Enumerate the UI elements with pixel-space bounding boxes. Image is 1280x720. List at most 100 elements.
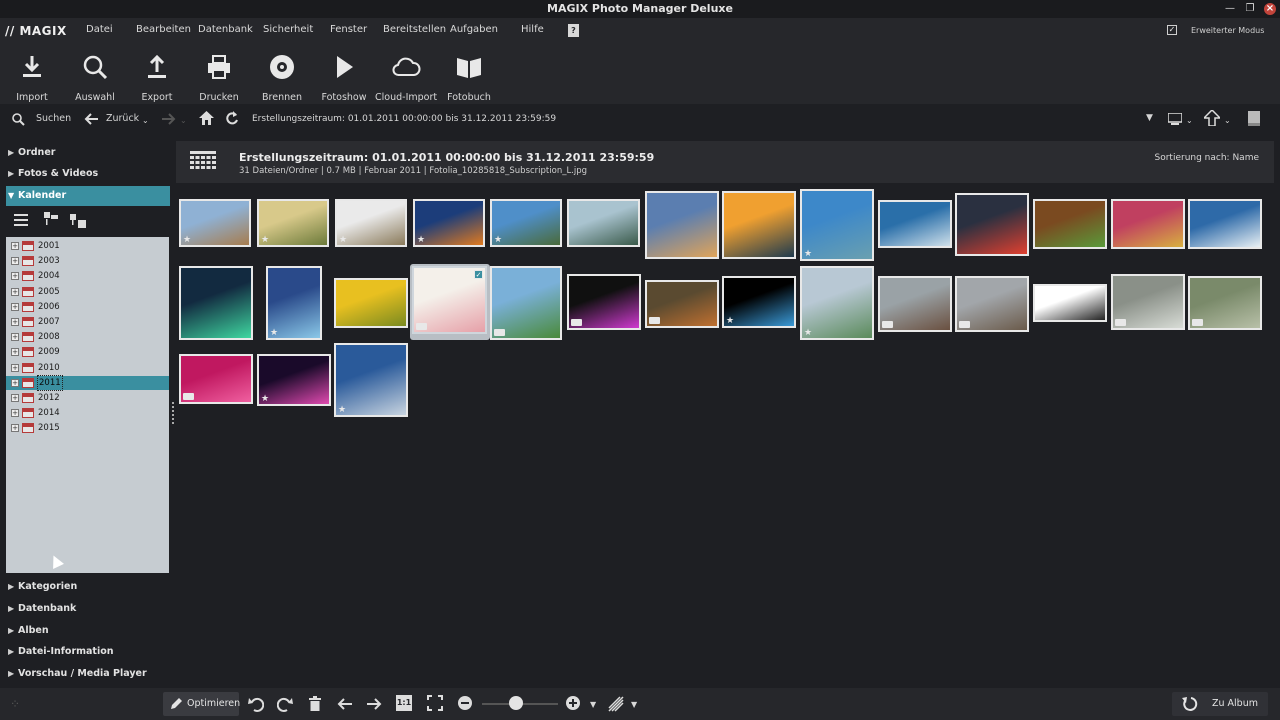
expand-plus-icon[interactable]: + [11, 363, 19, 372]
home-icon[interactable] [199, 111, 214, 125]
close-icon[interactable]: × [1264, 3, 1276, 15]
fullscreen-icon[interactable] [427, 695, 443, 711]
optimize-button[interactable]: Optimieren [163, 692, 240, 716]
list-view-icon[interactable] [14, 214, 28, 226]
export-button[interactable]: Export [126, 50, 188, 103]
fotobuch-button[interactable]: Fotobuch [438, 50, 500, 103]
photo-thumbnail[interactable] [955, 193, 1029, 256]
photo-thumbnail[interactable]: ★ [257, 199, 329, 247]
menu-hilfe[interactable]: Hilfe [521, 24, 544, 35]
search-icon[interactable] [12, 113, 25, 126]
photo-thumbnail[interactable] [1111, 274, 1185, 330]
year-item[interactable]: +2010 [6, 361, 169, 375]
menu-datenbank[interactable]: Datenbank [198, 24, 253, 35]
photo-thumbnail[interactable]: ★ [266, 266, 322, 340]
menu-sicherheit[interactable]: Sicherheit [263, 24, 313, 35]
tree-collapse-icon[interactable] [70, 214, 86, 228]
next-arrow-icon[interactable] [367, 698, 382, 710]
section-datenbank[interactable]: ▶ Datenbank [6, 599, 170, 619]
expand-plus-icon[interactable]: + [11, 424, 19, 433]
sidebar-resize-handle[interactable] [172, 402, 174, 424]
back-label[interactable]: Zurück [106, 113, 139, 124]
zoom-in-icon[interactable] [566, 696, 580, 710]
year-item[interactable]: +2006 [6, 300, 169, 314]
view-dropdown-icon[interactable]: ⌄ [1186, 116, 1193, 125]
help-book-icon[interactable]: ? [568, 24, 579, 37]
photo-thumbnail[interactable] [1033, 199, 1107, 249]
expand-plus-icon[interactable]: + [11, 318, 19, 326]
photo-thumbnail[interactable]: ★ [800, 266, 874, 340]
restore-icon[interactable]: ❐ [1244, 3, 1256, 15]
sort-label[interactable]: Sortierung nach: Name [1155, 153, 1259, 163]
fotoshow-button[interactable]: Fotoshow [313, 50, 375, 103]
back-dropdown-icon[interactable]: ⌄ [142, 116, 149, 125]
section-fotos-videos[interactable]: ▶ Fotos & Videos [6, 164, 170, 184]
import-button[interactable]: Import [1, 50, 63, 103]
photo-thumbnail[interactable]: ★ [490, 199, 562, 247]
expand-plus-icon[interactable]: + [11, 272, 19, 281]
effects-dropdown-icon[interactable]: ▼ [631, 700, 637, 709]
section-kalender[interactable]: ▼ Kalender [6, 186, 170, 206]
section-ordner[interactable]: ▶ Ordner [6, 143, 170, 163]
zoom-dropdown-icon[interactable]: ▼ [590, 700, 596, 709]
photo-thumbnail[interactable] [955, 276, 1029, 332]
to-album-button[interactable]: Zu Album [1172, 692, 1268, 716]
minimize-icon[interactable]: — [1224, 3, 1236, 15]
expand-plus-icon[interactable]: + [11, 409, 19, 418]
cloud-import-button[interactable]: Cloud-Import [375, 50, 437, 103]
photo-thumbnail[interactable]: ★ [722, 276, 796, 328]
photo-thumbnail[interactable] [334, 278, 408, 328]
section-kategorien[interactable]: ▶ Kategorien [6, 577, 170, 597]
year-item[interactable]: +2004 [6, 269, 169, 283]
menu-bearbeiten[interactable]: Bearbeiten [136, 24, 191, 35]
photo-thumbnail[interactable] [490, 266, 562, 340]
filter-dropdown-icon[interactable]: ▼ [1146, 113, 1153, 123]
back-arrow-icon[interactable] [84, 113, 98, 125]
expand-plus-icon[interactable]: + [11, 378, 19, 387]
year-item[interactable]: +2009 [6, 345, 169, 359]
year-item[interactable]: +2008 [6, 330, 169, 344]
rotate-left-icon[interactable] [248, 696, 264, 712]
photo-thumbnail[interactable] [1111, 199, 1185, 249]
auswahl-button[interactable]: Auswahl [64, 50, 126, 103]
photo-thumbnail[interactable] [1033, 284, 1107, 322]
actual-size-button[interactable]: 1:1 [396, 695, 412, 711]
selected-check-icon[interactable]: ✓ [474, 270, 483, 279]
photo-thumbnail[interactable] [1188, 276, 1262, 330]
photo-thumbnail[interactable] [567, 199, 640, 247]
sort-dropdown-icon[interactable]: ⌄ [1224, 116, 1231, 125]
year-item[interactable]: +2005 [6, 285, 169, 299]
search-label[interactable]: Suchen [36, 113, 71, 124]
view-mode-icon[interactable] [1168, 113, 1182, 125]
expand-plus-icon[interactable]: + [11, 302, 19, 311]
year-item[interactable]: +2012 [6, 391, 169, 405]
tree-expand-icon[interactable] [44, 212, 58, 226]
photo-thumbnail[interactable] [645, 280, 719, 328]
photo-thumbnail[interactable] [179, 354, 253, 404]
photo-thumbnail[interactable]: ★ [334, 343, 408, 417]
section-vorschau-media-player[interactable]: ▶ Vorschau / Media Player [6, 664, 170, 684]
photo-thumbnail[interactable] [567, 274, 641, 330]
year-item[interactable]: +2011 [6, 374, 169, 391]
photo-thumbnail[interactable]: ★ [800, 189, 874, 261]
expand-plus-icon[interactable]: + [11, 333, 19, 342]
photo-thumbnail[interactable] [645, 191, 719, 259]
panel-toggle-icon[interactable] [1248, 111, 1260, 126]
photo-thumbnail[interactable] [1188, 199, 1262, 249]
photo-thumbnail[interactable] [878, 276, 952, 332]
extended-mode-checkbox[interactable]: ✓ [1167, 25, 1177, 35]
menu-aufgaben[interactable]: Aufgaben [450, 24, 498, 35]
section-datei-information[interactable]: ▶ Datei-Information [6, 642, 170, 662]
photo-thumbnail[interactable]: ✓ [412, 266, 487, 334]
year-item[interactable]: +2015 [6, 421, 169, 435]
expand-plus-icon[interactable]: + [11, 287, 19, 296]
menu-fenster[interactable]: Fenster [330, 24, 367, 35]
year-item[interactable]: +2001 [6, 239, 169, 253]
expand-plus-icon[interactable]: + [11, 394, 19, 402]
rotate-right-icon[interactable] [277, 696, 293, 712]
photo-thumbnail[interactable]: ★ [257, 354, 331, 406]
photo-thumbnail[interactable] [722, 191, 796, 259]
photo-thumbnail[interactable] [179, 266, 253, 340]
previous-arrow-icon[interactable] [337, 698, 352, 710]
expand-plus-icon[interactable]: + [11, 257, 19, 266]
